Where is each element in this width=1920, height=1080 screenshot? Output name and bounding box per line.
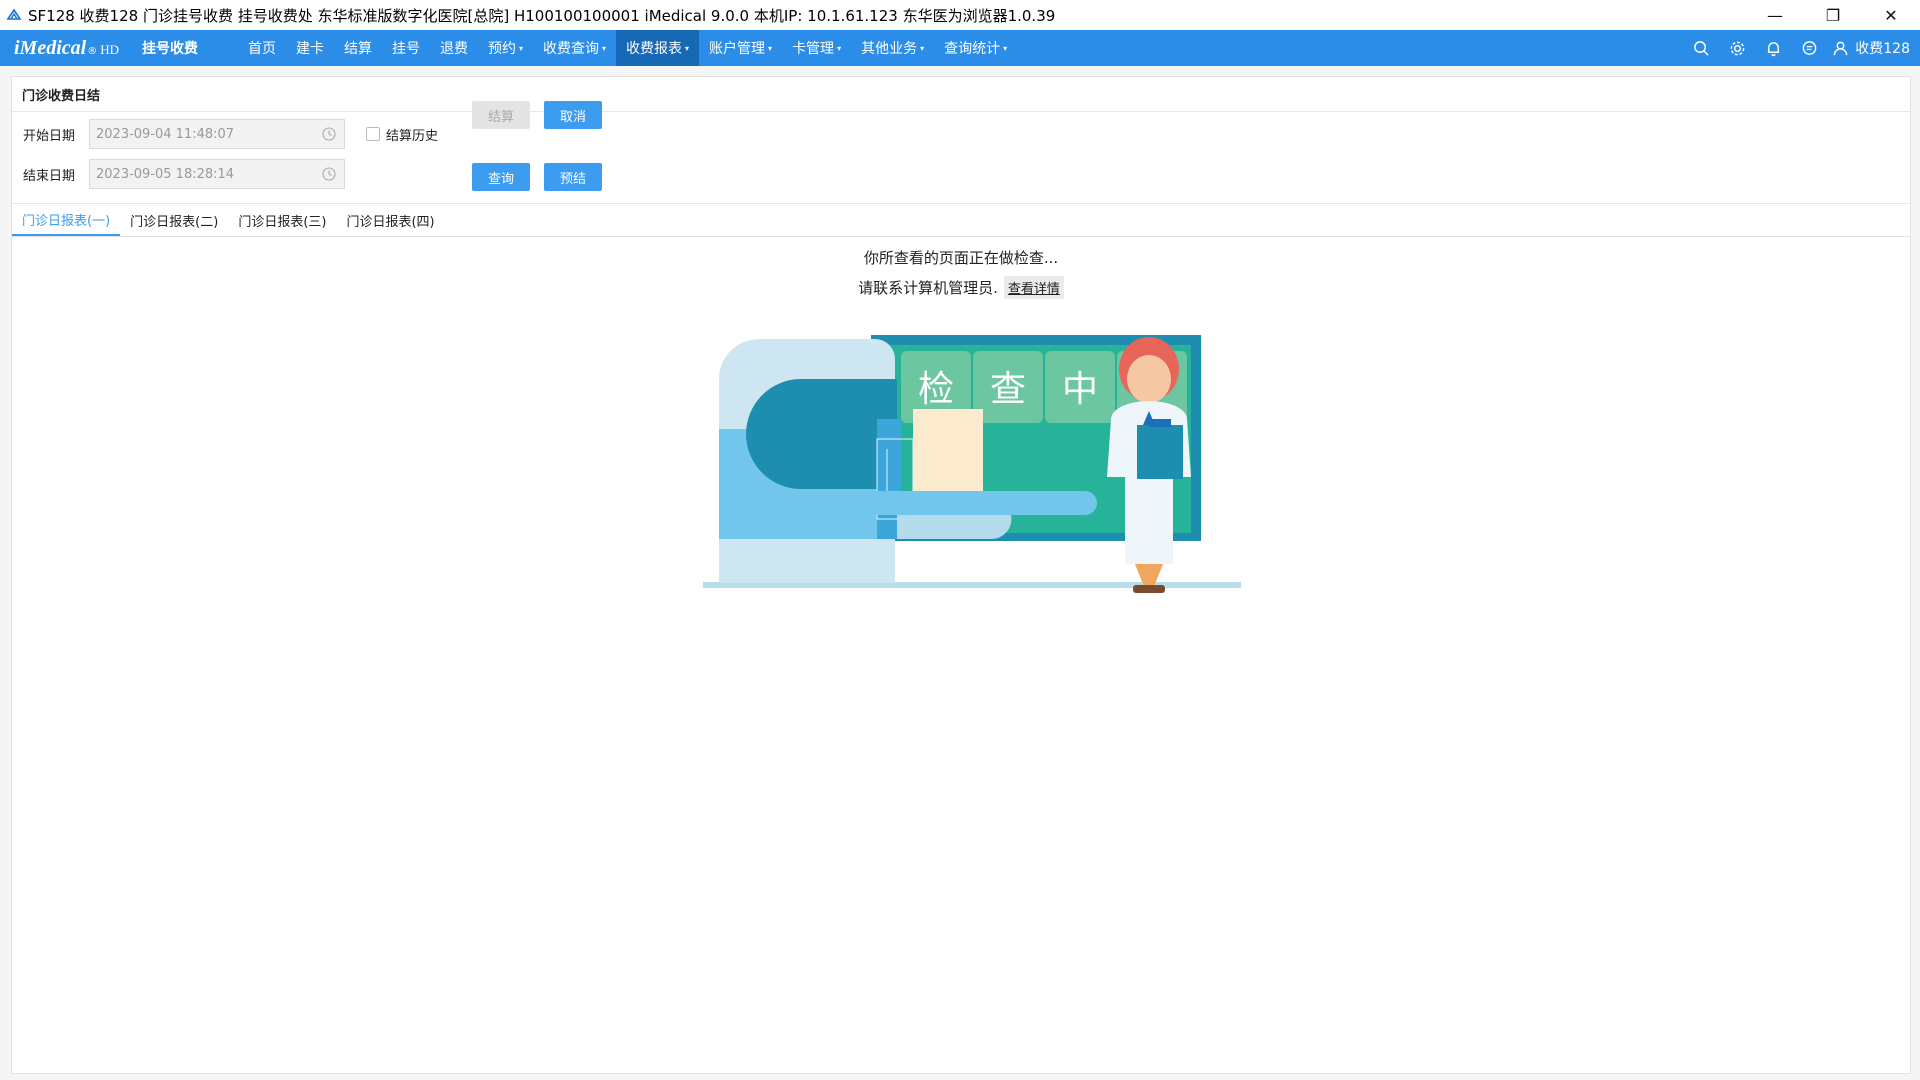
settle-button[interactable]: 结算: [472, 101, 530, 129]
menu-label: 建卡: [296, 41, 324, 57]
report-tabs: 门诊日报表(一) 门诊日报表(二) 门诊日报表(三) 门诊日报表(四): [12, 203, 1910, 237]
settle-history-label: 结算历史: [386, 128, 439, 144]
menu-item-fee-query[interactable]: 收费查询 ▾: [533, 30, 616, 66]
menu-label: 首页: [248, 41, 276, 57]
chevron-down-icon: ▾: [519, 43, 524, 53]
brand-name: iMedical: [14, 36, 87, 59]
menu-label: 查询统计: [944, 41, 1001, 57]
end-date-input[interactable]: 2023-09-05 18:28:14: [89, 159, 345, 189]
current-user-name[interactable]: 收费128: [1855, 38, 1910, 58]
menu-label: 结算: [344, 41, 372, 57]
menu-item-account-manage[interactable]: 账户管理 ▾: [699, 30, 782, 66]
close-button[interactable]: ✕: [1862, 0, 1920, 30]
preview-settle-button[interactable]: 预结: [544, 163, 602, 191]
app-icon: [6, 8, 22, 20]
menu-label: 收费报表: [626, 41, 683, 57]
checking-message: 你所查看的页面正在做检查... 请联系计算机管理员. 查看详情: [12, 247, 1910, 299]
query-button[interactable]: 查询: [472, 163, 530, 191]
user-icon[interactable]: [1827, 30, 1853, 66]
checking-line-2: 请联系计算机管理员. 查看详情: [12, 275, 1910, 299]
settle-history-option[interactable]: 结算历史: [366, 125, 438, 144]
board-char-2: 查: [990, 369, 1026, 410]
module-name: 挂号收费: [142, 41, 198, 57]
chevron-down-icon: ▾: [768, 43, 773, 53]
main-menu: 首页 建卡 结算 挂号 退费 预约 ▾ 收费查询 ▾ 收费报表 ▾ 账户管理 ▾ 卡管理…: [238, 30, 1017, 66]
menu-label: 预约: [488, 41, 516, 57]
chevron-down-icon: ▾: [1003, 43, 1008, 53]
menu-label: 卡管理: [792, 41, 835, 57]
brand-logo: iMedical ® HD: [14, 37, 126, 60]
menu-label: 收费查询: [543, 41, 600, 57]
chevron-down-icon: ▾: [602, 43, 607, 53]
checking-illustration: 检 查 中: [703, 335, 1241, 593]
settle-history-checkbox[interactable]: [366, 127, 380, 141]
gear-icon[interactable]: [1719, 30, 1755, 66]
start-date-label: 开始日期: [23, 128, 76, 144]
tab-daily-report-4[interactable]: 门诊日报表(四): [336, 205, 444, 236]
menu-item-refund[interactable]: 退费: [430, 30, 478, 66]
checking-line-1: 你所查看的页面正在做检查...: [863, 249, 1059, 267]
menu-item-card-manage[interactable]: 卡管理 ▾: [782, 30, 851, 66]
daily-settlement-panel: 门诊收费日结 开始日期 2023-09-04 11:48:07 结算历史 结算 …: [11, 76, 1911, 1074]
restore-button[interactable]: ❐: [1804, 0, 1862, 30]
view-details-link[interactable]: 查看详情: [1003, 275, 1064, 299]
tab-daily-report-3[interactable]: 门诊日报表(三): [228, 205, 336, 236]
menu-item-fee-report[interactable]: 收费报表 ▾: [616, 30, 700, 66]
chevron-down-icon: ▾: [685, 43, 690, 53]
cancel-button[interactable]: 取消: [544, 101, 602, 129]
brand-hd: HD: [100, 41, 119, 57]
menu-item-create-card[interactable]: 建卡: [286, 30, 334, 66]
start-date-input[interactable]: 2023-09-04 11:48:07: [89, 119, 345, 149]
contact-admin-text: 请联系计算机管理员.: [858, 278, 998, 297]
chevron-down-icon: ▾: [837, 43, 842, 53]
menu-item-register[interactable]: 挂号: [382, 30, 430, 66]
menu-item-home[interactable]: 首页: [238, 30, 286, 66]
end-date-value: 2023-09-05 18:28:14: [96, 166, 235, 182]
minimize-button[interactable]: —: [1746, 0, 1804, 30]
clock-icon[interactable]: [322, 127, 336, 141]
start-date-row: 开始日期 2023-09-04 11:48:07 结算历史: [12, 118, 438, 150]
board-char-3: 中: [1062, 369, 1098, 410]
menu-item-settle[interactable]: 结算: [334, 30, 382, 66]
message-icon[interactable]: [1791, 30, 1827, 66]
menu-label: 其他业务: [861, 41, 918, 57]
menu-item-query-stats[interactable]: 查询统计 ▾: [934, 30, 1017, 66]
tab-daily-report-1[interactable]: 门诊日报表(一): [12, 205, 121, 236]
bell-icon[interactable]: [1755, 30, 1791, 66]
brand-registered-mark: ®: [87, 45, 98, 57]
menu-label: 账户管理: [709, 41, 766, 57]
menu-item-appointment[interactable]: 预约 ▾: [478, 30, 533, 66]
window-controls: — ❐ ✕: [1746, 0, 1920, 30]
main-navbar: iMedical ® HD 挂号收费 首页 建卡 结算 挂号 退费 预约 ▾ 收费…: [0, 30, 1920, 66]
search-icon[interactable]: [1683, 30, 1719, 66]
menu-label: 挂号: [392, 41, 420, 57]
end-date-label: 结束日期: [23, 168, 76, 184]
menu-label: 退费: [440, 41, 468, 57]
chevron-down-icon: ▾: [920, 43, 925, 53]
clock-icon[interactable]: [322, 167, 336, 181]
end-date-row: 结束日期 2023-09-05 18:28:14: [12, 158, 345, 190]
board-char-1: 检: [918, 369, 954, 410]
start-date-value: 2023-09-04 11:48:07: [96, 126, 235, 142]
window-title: SF128 收费128 门诊挂号收费 挂号收费处 东华标准版数字化医院[总院] …: [28, 6, 1056, 25]
menu-item-other-business[interactable]: 其他业务 ▾: [851, 30, 934, 66]
window-title-bar: SF128 收费128 门诊挂号收费 挂号收费处 东华标准版数字化医院[总院] …: [0, 0, 1920, 31]
panel-title: 门诊收费日结: [12, 77, 1910, 112]
navbar-tools: 收费128: [1683, 30, 1910, 66]
tab-daily-report-2[interactable]: 门诊日报表(二): [120, 205, 228, 236]
